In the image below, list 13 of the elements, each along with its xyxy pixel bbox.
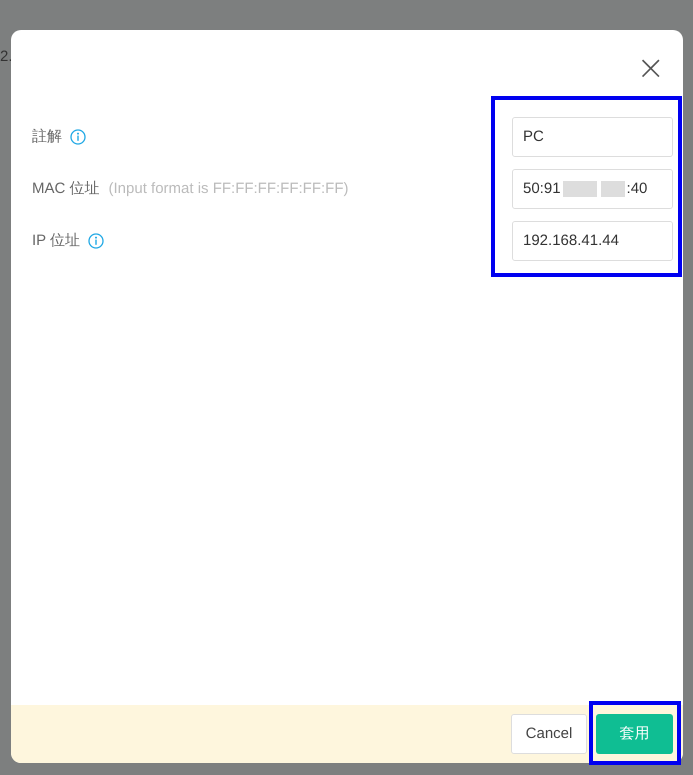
field-label: MAC 位址 bbox=[32, 178, 100, 199]
info-icon[interactable] bbox=[88, 233, 104, 249]
close-button[interactable]: × bbox=[636, 46, 665, 90]
cancel-button[interactable]: Cancel bbox=[511, 714, 587, 754]
input-field[interactable]: 192.168.41.44 bbox=[512, 221, 673, 261]
field-label: 註解 bbox=[32, 126, 62, 147]
input-field[interactable]: 50:91 :40 bbox=[512, 169, 673, 209]
background-text: 2. bbox=[0, 47, 13, 67]
info-icon[interactable] bbox=[70, 129, 86, 145]
format-hint: (Input format is FF:FF:FF:FF:FF:FF) bbox=[108, 178, 348, 199]
blur-icon bbox=[562, 181, 625, 197]
field-label: IP 位址 bbox=[32, 230, 80, 251]
input-field[interactable]: PC bbox=[512, 117, 673, 157]
